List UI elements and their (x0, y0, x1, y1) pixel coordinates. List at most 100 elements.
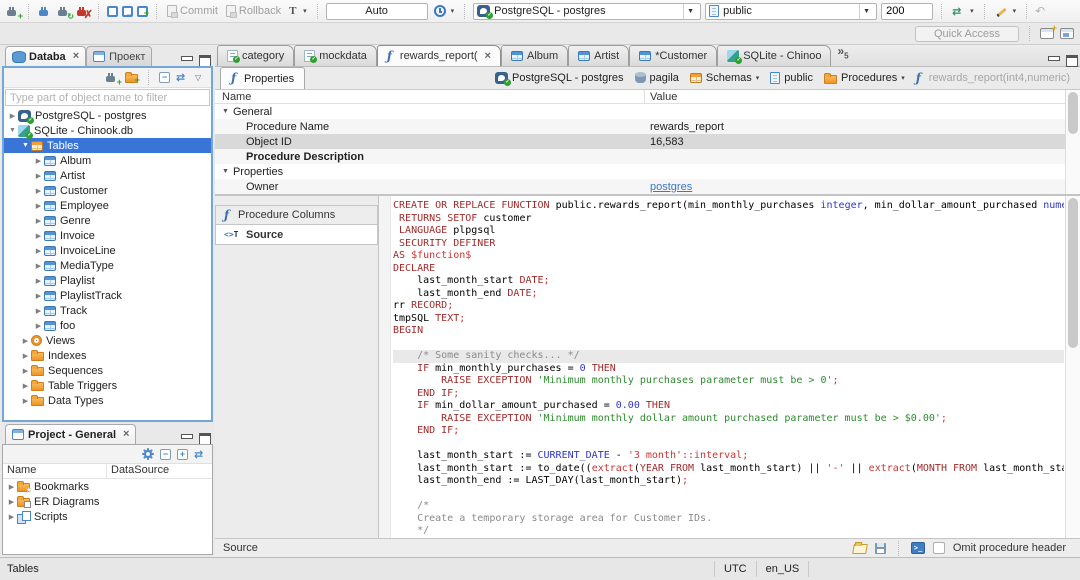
new-connection-icon[interactable]: + (5, 5, 23, 20)
close-icon[interactable]: × (123, 429, 129, 440)
tree-item-genre[interactable]: ▶ Genre (4, 213, 211, 228)
collapse-arrow-icon[interactable]: ▼ (7, 127, 18, 134)
source-code[interactable]: CREATE OR REPLACE FUNCTION public.reward… (393, 200, 1064, 538)
property-row-procedure-name[interactable]: Procedure Name rewards_report (215, 119, 1080, 134)
tree-item-artist[interactable]: ▶ Artist (4, 168, 211, 183)
project-item-er-diagrams[interactable]: ▶ ER Diagrams (3, 494, 212, 509)
sql-editor-icon[interactable] (107, 5, 118, 17)
tree-item-sequences[interactable]: ▶ Sequences (4, 363, 211, 378)
breadcrumb-item-procedures[interactable]: Procedures ▾ (824, 72, 905, 84)
expand-arrow-icon[interactable]: ▶ (33, 322, 44, 330)
grid-scrollbar[interactable] (1065, 90, 1080, 194)
chevron-down-icon[interactable]: ▾ (756, 74, 760, 82)
expand-arrow-icon[interactable]: ▶ (33, 277, 44, 285)
minimize-icon[interactable] (180, 55, 193, 66)
collapse-arrow-icon[interactable]: ▼ (20, 142, 31, 149)
scrollbar-thumb[interactable] (1068, 198, 1078, 348)
expand-arrow-icon[interactable]: ▶ (20, 382, 31, 390)
expand-arrow-icon[interactable]: ▶ (33, 202, 44, 210)
open-sql-script-icon[interactable]: → (122, 5, 134, 17)
commit-button[interactable]: Commit (165, 5, 220, 18)
tree-item-playlist[interactable]: ▶ Playlist (4, 273, 211, 288)
minimize-icon[interactable] (1047, 55, 1060, 66)
tree-item-invoiceline[interactable]: ▶ InvoiceLine (4, 243, 211, 258)
collapse-all-icon[interactable] (159, 72, 170, 83)
connect-icon[interactable] (37, 5, 52, 18)
project-item-bookmarks[interactable]: ▶ Bookmarks (3, 479, 212, 495)
breadcrumb-item-postgresql-postgres[interactable]: PostgreSQL - postgres (495, 72, 624, 86)
expand-arrow-icon[interactable]: ▶ (6, 498, 17, 506)
collapse-arrow-icon[interactable]: ▼ (222, 108, 229, 115)
tab-project-general[interactable]: Project - General × (5, 424, 137, 444)
locale-indicator[interactable]: en_US (755, 561, 810, 577)
tree-item-data-types[interactable]: ▶ Data Types (4, 393, 211, 408)
minimize-icon[interactable] (180, 433, 193, 444)
expand-arrow-icon[interactable]: ▶ (33, 307, 44, 315)
dbeaver-perspective-icon[interactable] (1060, 28, 1074, 39)
link-with-editor-icon[interactable] (176, 71, 189, 84)
editor-tab-mockdata[interactable]: mockdata (294, 45, 377, 66)
editor-tab-category[interactable]: category (217, 45, 295, 66)
commit-mode-combo[interactable]: Auto (325, 2, 428, 20)
property-row-procedure-description[interactable]: Procedure Description (215, 149, 1080, 164)
maximize-icon[interactable] (198, 433, 211, 445)
view-menu-icon[interactable] (195, 72, 206, 83)
column-header-name[interactable]: Name (3, 464, 107, 478)
sync-button[interactable]: ▾ (950, 5, 976, 18)
rollback-button[interactable]: Rollback (224, 5, 283, 18)
project-item-scripts[interactable]: ▶ Scripts (3, 509, 212, 524)
expand-arrow-icon[interactable]: ▶ (33, 292, 44, 300)
breadcrumb-item-rewards-report-int4-numeric[interactable]: rewards_report(int4,numeric) (916, 72, 1070, 85)
expand-arrow-icon[interactable]: ▶ (33, 187, 44, 195)
expand-arrow-icon[interactable]: ▶ (33, 247, 44, 255)
generate-mock-data-button[interactable]: ▾ (993, 5, 1019, 18)
undo-icon[interactable] (1035, 5, 1048, 18)
scrollbar-thumb[interactable] (1068, 92, 1078, 134)
source-editor[interactable]: CREATE OR REPLACE FUNCTION public.reward… (378, 195, 1080, 538)
quick-access-box[interactable]: Quick Access (915, 25, 1019, 42)
show-console-icon[interactable] (910, 542, 925, 554)
expand-arrow-icon[interactable]: ▶ (20, 367, 31, 375)
property-row-general[interactable]: ▼ General (215, 104, 1080, 119)
chevron-down-icon[interactable]: ▼ (859, 3, 873, 19)
transaction-log-button[interactable]: ▾ (287, 5, 309, 18)
tab-projects[interactable]: Проект (86, 46, 153, 66)
column-header-value[interactable]: Value (645, 91, 677, 103)
editor-tab-album[interactable]: Album (500, 45, 569, 66)
tree-item-invoice[interactable]: ▶ Invoice (4, 228, 211, 243)
chevron-down-icon[interactable]: ▼ (683, 3, 697, 19)
tree-item-tables[interactable]: ▼ Tables (4, 138, 211, 153)
new-connection-icon[interactable]: + (104, 71, 122, 87)
editor-tab-artist[interactable]: Artist (568, 45, 630, 66)
expand-arrow-icon[interactable]: ▶ (33, 262, 44, 270)
source-scrollbar[interactable] (1065, 196, 1080, 538)
property-row-properties[interactable]: ▼ Properties (215, 164, 1080, 179)
new-folder-icon[interactable]: + (125, 72, 140, 85)
tree-item-album[interactable]: ▶ Album (4, 153, 211, 168)
expand-arrow-icon[interactable]: ▶ (20, 337, 31, 345)
column-header-name[interactable]: Name (215, 90, 645, 103)
expand-arrow-icon[interactable]: ▶ (33, 217, 44, 225)
breadcrumb-item-pagila[interactable]: pagila (634, 72, 679, 84)
expand-arrow-icon[interactable]: ▶ (33, 232, 44, 240)
property-row-owner[interactable]: Owner postgres (215, 179, 1080, 194)
editor-tab-sqlite-chinoo[interactable]: SQLite - Chinoo (717, 45, 832, 66)
save-to-file-icon[interactable] (874, 542, 886, 554)
reconnect-icon[interactable]: ↻ (56, 5, 74, 21)
expand-arrow-icon[interactable]: ▶ (20, 397, 31, 405)
open-perspective-icon[interactable] (1040, 24, 1057, 39)
close-icon[interactable]: × (485, 50, 491, 62)
expand-arrow-icon[interactable]: ▶ (7, 112, 18, 120)
tree-item-table-triggers[interactable]: ▶ Table Triggers (4, 378, 211, 393)
expand-arrow-icon[interactable]: ▶ (33, 157, 44, 165)
expand-all-icon[interactable] (177, 448, 188, 460)
disconnect-icon[interactable]: ✗ (75, 5, 93, 20)
tree-item-indexes[interactable]: ▶ Indexes (4, 348, 211, 363)
editor-tab-rewards-report[interactable]: rewards_report(× (376, 45, 501, 66)
project-tree[interactable]: ▶ Bookmarks ▶ ER Diagrams ▶ Scripts (3, 479, 212, 524)
link-with-editor-icon[interactable] (194, 448, 207, 461)
property-value[interactable]: postgres (645, 181, 1080, 193)
breadcrumb-item-schemas[interactable]: Schemas ▾ (689, 72, 760, 84)
expand-arrow-icon[interactable]: ▶ (33, 172, 44, 180)
tab-overflow-button[interactable]: »5 (831, 41, 854, 66)
